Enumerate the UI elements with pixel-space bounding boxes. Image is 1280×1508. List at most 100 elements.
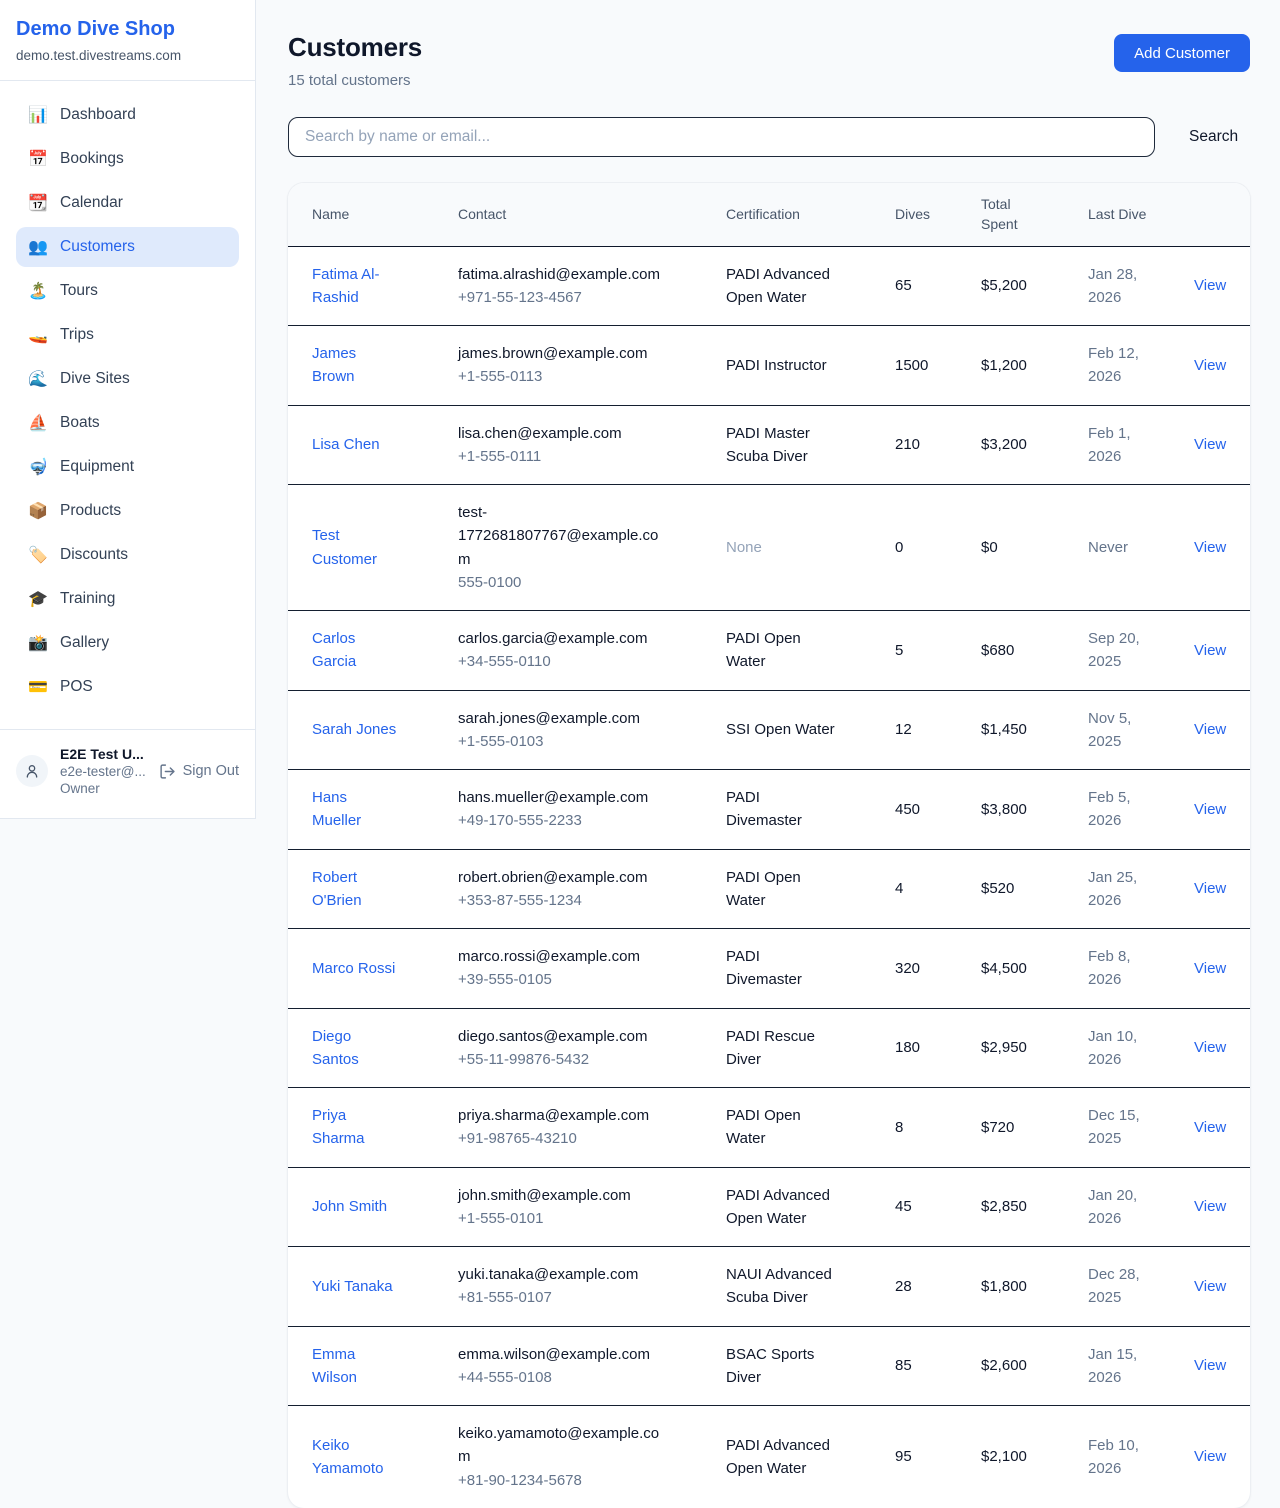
customer-email: keiko.yamamoto@example.com [458, 1422, 663, 1469]
sidebar-item-gallery[interactable]: 📸 Gallery [16, 623, 239, 663]
table-row: Test Customer test-1772681807767@example… [288, 485, 1250, 611]
dashboard-icon: 📊 [28, 105, 48, 125]
customer-certification: PADI Master Scuba Diver [702, 405, 871, 485]
sidebar-item-label: Discounts [60, 546, 128, 564]
customer-dives: 95 [871, 1406, 957, 1508]
customer-name-link[interactable]: Robert O'Brien [312, 869, 362, 909]
search-button[interactable]: Search [1183, 124, 1244, 150]
page-title-block: Customers 15 total customers [288, 32, 422, 89]
view-link[interactable]: View [1194, 801, 1226, 818]
customer-certification: PADI Divemaster [702, 929, 871, 1009]
search-input[interactable] [288, 117, 1155, 157]
table-row: Sarah Jones sarah.jones@example.com +1-5… [288, 690, 1250, 770]
customer-phone: +353-87-555-1234 [458, 889, 663, 912]
sidebar-item-products[interactable]: 📦 Products [16, 491, 239, 531]
tours-icon: 🏝️ [28, 281, 48, 301]
view-link[interactable]: View [1194, 642, 1226, 659]
customer-name-link[interactable]: John Smith [312, 1198, 387, 1215]
customer-phone: +55-11-99876-5432 [458, 1048, 663, 1071]
customer-email: hans.mueller@example.com [458, 786, 663, 809]
page-header: Customers 15 total customers Add Custome… [288, 32, 1250, 89]
view-link[interactable]: View [1194, 721, 1226, 738]
view-link[interactable]: View [1194, 436, 1226, 453]
customer-email: robert.obrien@example.com [458, 866, 663, 889]
sidebar-item-dashboard[interactable]: 📊 Dashboard [16, 95, 239, 135]
view-link[interactable]: View [1194, 1198, 1226, 1215]
customers-table: Name Contact Certification Dives Total S… [288, 183, 1250, 1508]
sidebar-item-bookings[interactable]: 📅 Bookings [16, 139, 239, 179]
sidebar-item-equipment[interactable]: 🤿 Equipment [16, 447, 239, 487]
customer-name-link[interactable]: Hans Mueller [312, 789, 361, 829]
view-link[interactable]: View [1194, 357, 1226, 374]
column-header-last-dive: Last Dive [1064, 183, 1170, 246]
sidebar-item-label: Bookings [60, 150, 124, 168]
add-customer-button[interactable]: Add Customer [1114, 34, 1250, 72]
customer-certification: SSI Open Water [702, 690, 871, 770]
sidebar-item-customers[interactable]: 👥 Customers [16, 227, 239, 267]
sidebar-item-discounts[interactable]: 🏷️ Discounts [16, 535, 239, 575]
customer-certification: PADI Advanced Open Water [702, 1167, 871, 1247]
customer-dives: 450 [871, 770, 957, 850]
customer-name-link[interactable]: James Brown [312, 345, 356, 385]
sidebar-item-training[interactable]: 🎓 Training [16, 579, 239, 619]
customer-phone: 555-0100 [458, 571, 663, 594]
sidebar-item-calendar[interactable]: 📆 Calendar [16, 183, 239, 223]
view-link[interactable]: View [1194, 1278, 1226, 1295]
sidebar-item-label: POS [60, 678, 93, 696]
sign-out-button[interactable]: Sign Out [159, 763, 239, 780]
customer-total-spent: $2,100 [957, 1406, 1064, 1508]
customer-name-link[interactable]: Diego Santos [312, 1028, 359, 1068]
view-link[interactable]: View [1194, 880, 1226, 897]
page: { "sidebar": { "brand": { "name": "Demo … [0, 0, 1280, 1485]
customer-name-link[interactable]: Emma Wilson [312, 1346, 357, 1386]
customer-total-spent: $680 [957, 611, 1064, 691]
customer-name-link[interactable]: Priya Sharma [312, 1107, 365, 1147]
sidebar-item-label: Calendar [60, 194, 123, 212]
customer-name-link[interactable]: Carlos Garcia [312, 630, 356, 670]
customer-last-dive: Jan 20, 2026 [1064, 1167, 1170, 1247]
customer-name-link[interactable]: Keiko Yamamoto [312, 1437, 383, 1477]
customer-email: sarah.jones@example.com [458, 707, 663, 730]
sidebar-item-dive-sites[interactable]: 🌊 Dive Sites [16, 359, 239, 399]
boats-icon: ⛵ [28, 413, 48, 433]
customer-email: james.brown@example.com [458, 342, 663, 365]
discounts-icon: 🏷️ [28, 545, 48, 565]
customer-dives: 12 [871, 690, 957, 770]
customer-name-link[interactable]: Test Customer [312, 527, 377, 567]
sidebar-item-label: Training [60, 590, 115, 608]
sidebar-item-boats[interactable]: ⛵ Boats [16, 403, 239, 443]
table-row: Lisa Chen lisa.chen@example.com +1-555-0… [288, 405, 1250, 485]
sidebar-item-label: Trips [60, 326, 94, 344]
table-row: Keiko Yamamoto keiko.yamamoto@example.co… [288, 1406, 1250, 1508]
customer-certification: PADI Rescue Diver [702, 1008, 871, 1088]
sidebar-header: Demo Dive Shop demo.test.divestreams.com [0, 0, 255, 81]
customer-total-spent: $5,200 [957, 246, 1064, 326]
customer-last-dive: Never [1064, 485, 1170, 611]
customer-name-link[interactable]: Yuki Tanaka [312, 1278, 393, 1295]
sidebar-item-label: Customers [60, 238, 135, 256]
customer-total-spent: $1,800 [957, 1247, 1064, 1327]
view-link[interactable]: View [1194, 1357, 1226, 1374]
view-link[interactable]: View [1194, 539, 1226, 556]
sidebar-item-label: Dashboard [60, 106, 136, 124]
sidebar-item-trips[interactable]: 🚤 Trips [16, 315, 239, 355]
customer-certification: PADI Advanced Open Water [702, 246, 871, 326]
customer-name-link[interactable]: Lisa Chen [312, 436, 380, 453]
sidebar-item-tours[interactable]: 🏝️ Tours [16, 271, 239, 311]
sidebar-item-pos[interactable]: 💳 POS [16, 667, 239, 707]
sidebar-nav: 📊 Dashboard 📅 Bookings 📆 Calendar 👥 Cust… [0, 81, 255, 721]
table-row: Yuki Tanaka yuki.tanaka@example.com +81-… [288, 1247, 1250, 1327]
view-link[interactable]: View [1194, 960, 1226, 977]
column-header-contact: Contact [434, 183, 702, 246]
view-link[interactable]: View [1194, 1448, 1226, 1465]
customer-last-dive: Dec 15, 2025 [1064, 1088, 1170, 1168]
customer-name-link[interactable]: Marco Rossi [312, 960, 395, 977]
customer-email: yuki.tanaka@example.com [458, 1263, 663, 1286]
view-link[interactable]: View [1194, 277, 1226, 294]
view-link[interactable]: View [1194, 1039, 1226, 1056]
customer-certification: PADI Open Water [702, 849, 871, 929]
view-link[interactable]: View [1194, 1119, 1226, 1136]
customer-name-link[interactable]: Fatima Al-Rashid [312, 266, 380, 306]
column-header-total-spent: Total Spent [957, 183, 1064, 246]
customer-name-link[interactable]: Sarah Jones [312, 721, 396, 738]
